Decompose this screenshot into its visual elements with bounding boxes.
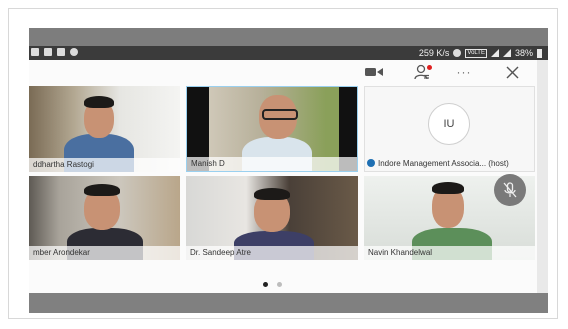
participant-tile[interactable]: ddhartha Rastogi bbox=[29, 86, 180, 172]
notification-dot bbox=[427, 65, 432, 70]
person-hair bbox=[254, 188, 290, 200]
participant-name: Indore Management Associa... (host) bbox=[378, 159, 509, 168]
app-icon bbox=[70, 48, 78, 56]
person-hair bbox=[432, 182, 464, 194]
notification-icon bbox=[31, 48, 39, 56]
right-edge-shadow bbox=[537, 60, 548, 293]
network-speed: 259 K/s bbox=[418, 48, 450, 58]
signal-icon bbox=[490, 49, 499, 57]
status-left-icons bbox=[31, 48, 78, 56]
more-button[interactable]: ··· bbox=[454, 63, 474, 81]
participant-tile[interactable]: mber Arondekar bbox=[29, 176, 180, 260]
participant-name: Manish D bbox=[187, 157, 357, 171]
image-icon bbox=[44, 48, 52, 56]
battery-level: 38% bbox=[514, 48, 533, 58]
avatar: IU bbox=[428, 103, 470, 145]
top-letterbox-bar bbox=[29, 28, 548, 46]
battery-icon bbox=[537, 48, 542, 58]
person-hair bbox=[84, 96, 114, 108]
headphones-icon bbox=[453, 49, 462, 57]
mute-button[interactable] bbox=[494, 174, 526, 206]
participant-name: Navin Khandelwal bbox=[364, 246, 535, 260]
page-dot-active[interactable] bbox=[263, 282, 268, 287]
gallery-icon bbox=[57, 48, 65, 56]
volte-badge: VoLTE bbox=[465, 48, 487, 58]
participant-tile-host[interactable]: IU Indore Management Associa... (host) bbox=[364, 86, 535, 172]
video-button[interactable] bbox=[362, 63, 386, 81]
bottom-letterbox-bar bbox=[29, 293, 548, 313]
participant-name: Dr. Sandeep Atre bbox=[186, 246, 358, 260]
participant-name: ddhartha Rastogi bbox=[29, 158, 180, 172]
close-button[interactable] bbox=[503, 63, 521, 81]
video-camera-icon bbox=[365, 68, 383, 76]
participant-tile[interactable]: Dr. Sandeep Atre bbox=[186, 176, 358, 260]
globe-icon bbox=[367, 159, 375, 167]
glasses-shape bbox=[262, 109, 298, 120]
status-bar: 259 K/s VoLTE 38% bbox=[29, 46, 548, 60]
page-indicator bbox=[263, 282, 282, 287]
participant-tile-active-speaker[interactable]: Manish D bbox=[186, 86, 358, 172]
close-icon bbox=[506, 66, 518, 78]
page-dot[interactable] bbox=[277, 282, 282, 287]
signal-icon-2 bbox=[502, 49, 511, 57]
participant-name: mber Arondekar bbox=[29, 246, 180, 260]
microphone-off-icon bbox=[503, 182, 517, 198]
status-right: 259 K/s VoLTE 38% bbox=[419, 48, 542, 58]
participants-button[interactable] bbox=[411, 63, 433, 81]
phone-screen: 259 K/s VoLTE 38% ··· ddhartha Rastogi M… bbox=[29, 46, 548, 293]
person-hair bbox=[84, 184, 120, 196]
meeting-toolbar: ··· bbox=[29, 60, 548, 84]
